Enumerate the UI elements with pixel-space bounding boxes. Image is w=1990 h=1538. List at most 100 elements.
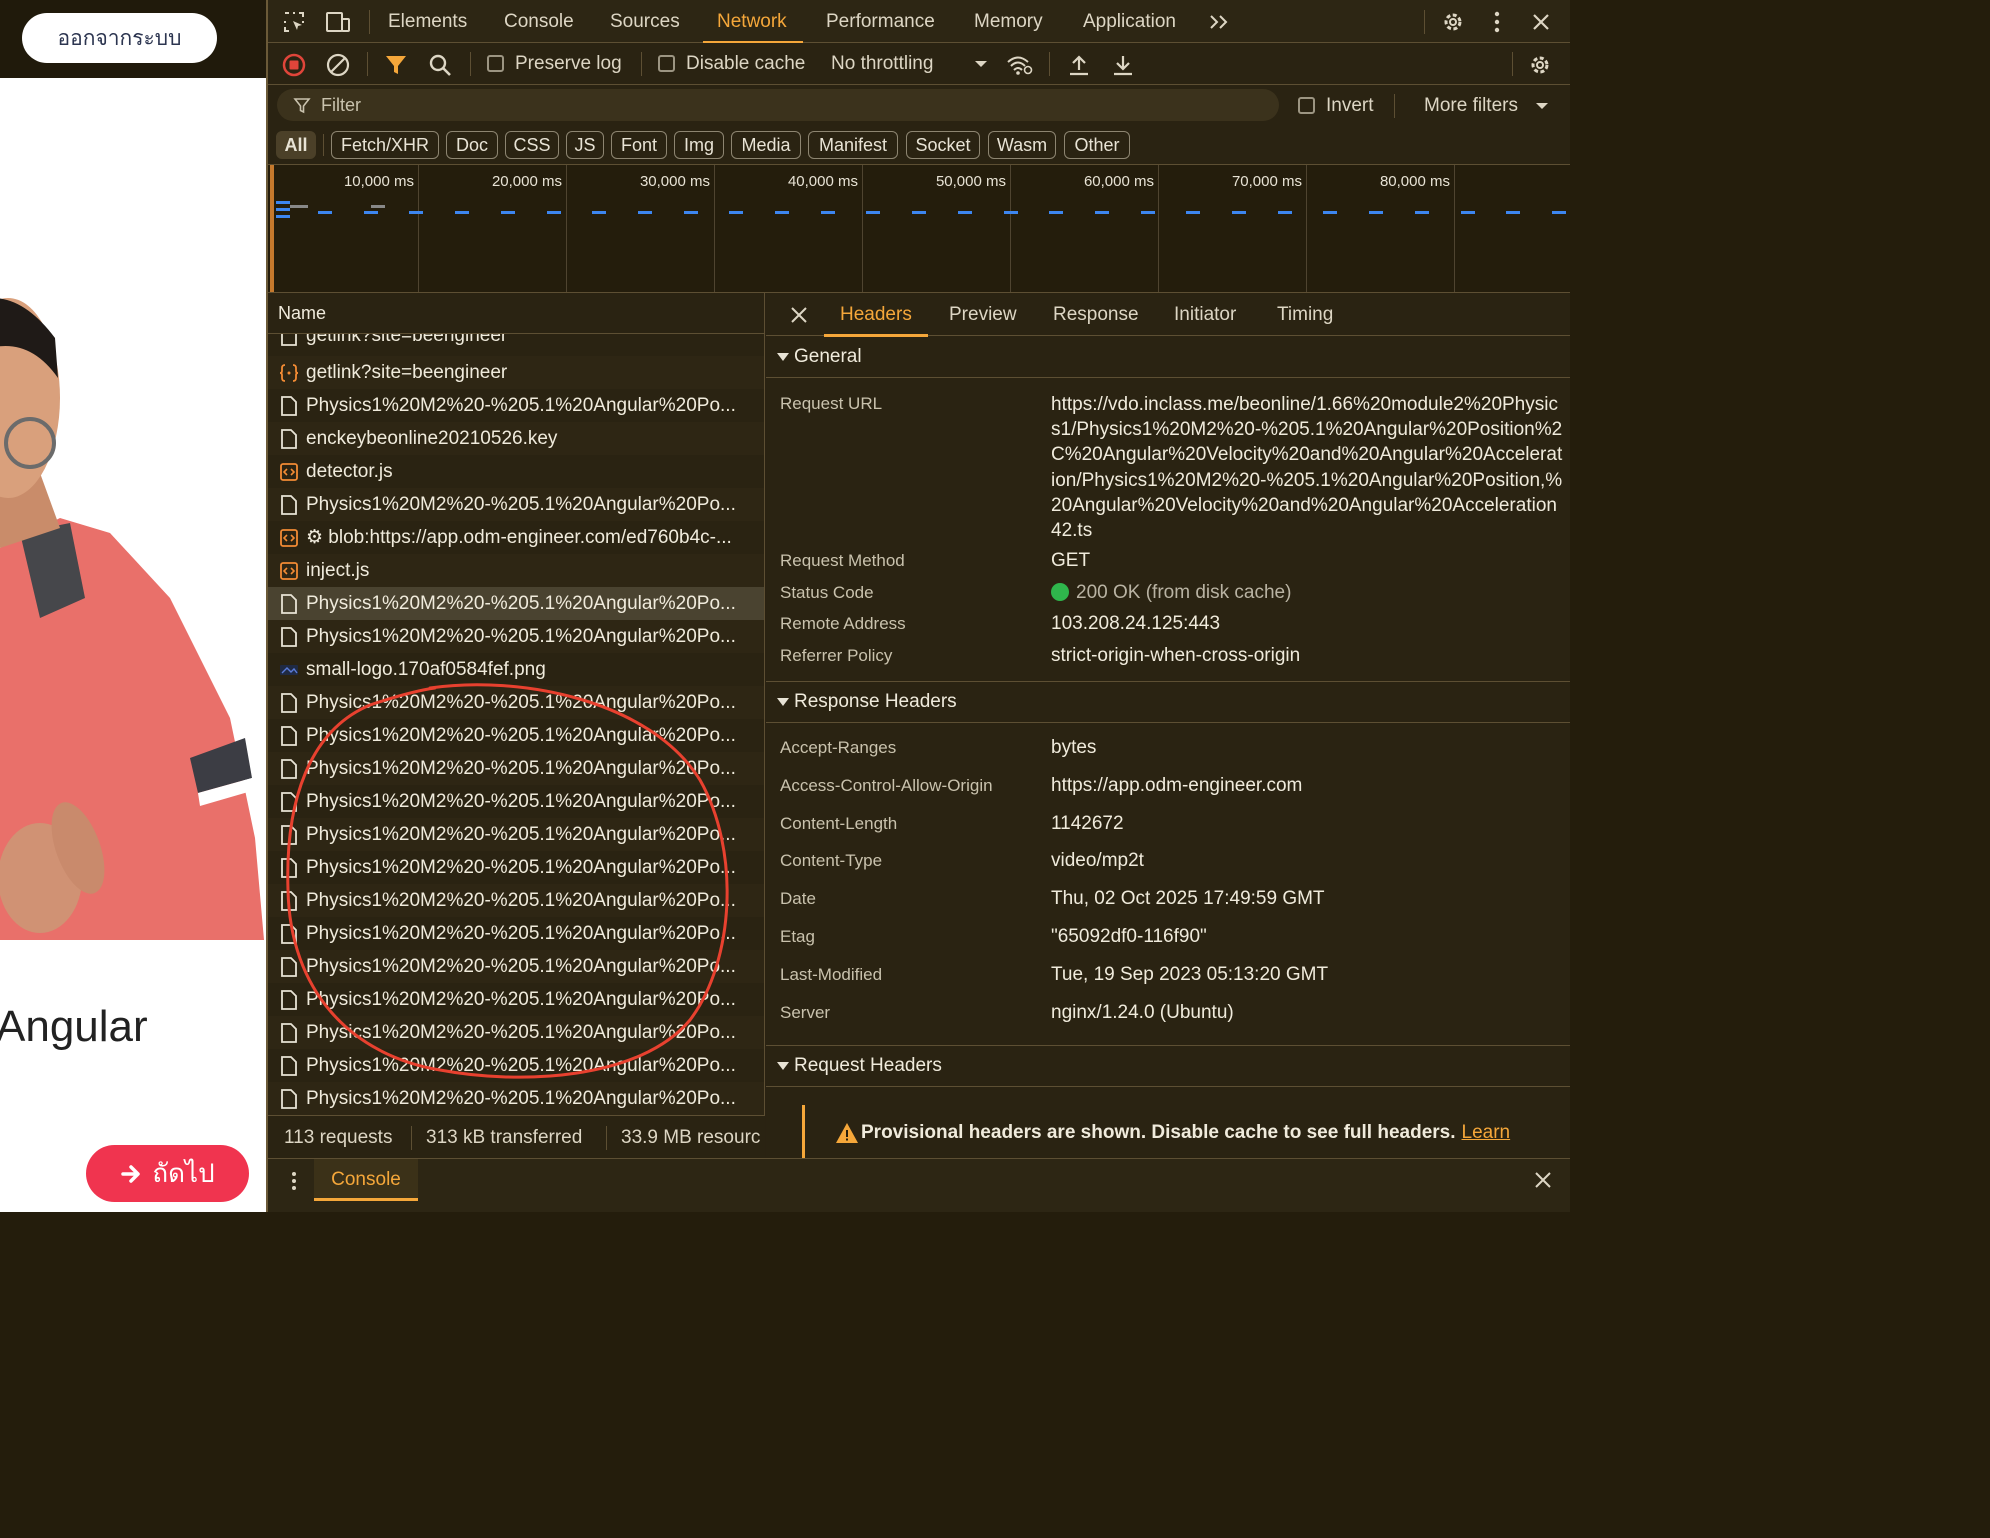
tab-console[interactable]: Console [504, 0, 574, 43]
drawer-tab-console[interactable]: Console [314, 1159, 418, 1201]
more-filters-dropdown[interactable]: More filters [1424, 85, 1518, 127]
timeline-gridline [1158, 165, 1159, 292]
type-filter-media[interactable]: Media [731, 131, 801, 159]
tab-memory[interactable]: Memory [974, 0, 1043, 43]
tab-initiator[interactable]: Initiator [1174, 293, 1236, 336]
transferred-size: 313 kB transferred [426, 1127, 583, 1148]
tab-application[interactable]: Application [1083, 0, 1176, 43]
tab-response[interactable]: Response [1053, 293, 1139, 336]
general-section-header[interactable]: General [766, 336, 1570, 378]
timeline-gridline [1454, 165, 1455, 292]
type-filter-doc[interactable]: Doc [446, 131, 498, 159]
stop-recording-icon[interactable] [280, 51, 308, 79]
request-row[interactable]: Physics1%20M2%20-%205.1%20Angular%20Po..… [268, 488, 764, 521]
tab-sources[interactable]: Sources [610, 0, 680, 43]
request-row[interactable]: inject.js [268, 554, 764, 587]
type-filter-font[interactable]: Font [611, 131, 667, 159]
close-devtools-icon[interactable] [1527, 8, 1555, 36]
response-headers-section-header[interactable]: Response Headers [766, 681, 1570, 723]
clear-log-icon[interactable] [324, 51, 352, 79]
response-header-value: https://app.odm-engineer.com [1051, 774, 1303, 796]
close-detail-icon[interactable] [786, 302, 812, 328]
request-row[interactable]: Physics1%20M2%20-%205.1%20Angular%20Po..… [268, 752, 764, 785]
filter-funnel-icon[interactable] [382, 51, 410, 79]
type-filter-socket[interactable]: Socket [906, 131, 980, 159]
warning-text: Provisional headers are shown. Disable c… [861, 1122, 1456, 1143]
request-row[interactable]: getlink?site=beengineer [268, 356, 764, 389]
export-har-icon[interactable] [1109, 51, 1137, 79]
request-row[interactable]: Physics1%20M2%20-%205.1%20Angular%20Po..… [268, 719, 764, 752]
document-icon [278, 791, 300, 813]
drawer-menu-icon[interactable] [284, 1169, 304, 1193]
request-row[interactable]: Physics1%20M2%20-%205.1%20Angular%20Po..… [268, 686, 764, 719]
request-row[interactable]: Physics1%20M2%20-%205.1%20Angular%20Po..… [268, 1082, 764, 1115]
type-filter-img[interactable]: Img [674, 131, 724, 159]
request-row[interactable]: Physics1%20M2%20-%205.1%20Angular%20Po..… [268, 1049, 764, 1082]
throttling-select[interactable]: No throttling [831, 43, 933, 85]
request-row[interactable]: Physics1%20M2%20-%205.1%20Angular%20Po..… [268, 1016, 764, 1049]
timeline-tick-label: 80,000 ms [1379, 173, 1450, 190]
document-icon [278, 923, 300, 945]
name-column-header[interactable]: Name [268, 293, 764, 334]
type-filter-js[interactable]: JS [566, 131, 604, 159]
device-toolbar-icon[interactable] [324, 8, 352, 36]
search-icon[interactable] [426, 51, 454, 79]
tab-performance[interactable]: Performance [826, 0, 935, 43]
request-row[interactable]: Physics1%20M2%20-%205.1%20Angular%20Po..… [268, 950, 764, 983]
response-header-value: 1142672 [1051, 812, 1124, 834]
next-button[interactable]: ถัดไป [86, 1145, 249, 1202]
tab-elements[interactable]: Elements [388, 0, 467, 43]
tab-network[interactable]: Network [703, 0, 803, 44]
network-overview-timeline[interactable]: 10,000 ms 20,000 ms 30,000 ms 40,000 ms 50,0… [268, 165, 1570, 293]
network-settings-gear-icon[interactable] [1526, 51, 1554, 79]
lesson-video[interactable] [0, 78, 264, 940]
tab-preview[interactable]: Preview [949, 293, 1017, 336]
more-options-icon[interactable] [1483, 8, 1511, 36]
request-headers-section-header[interactable]: Request Headers [766, 1045, 1570, 1087]
timeline-tick-label: 60,000 ms [1083, 173, 1154, 190]
import-har-icon[interactable] [1065, 51, 1093, 79]
timeline-gridline [418, 165, 419, 292]
request-row[interactable]: Physics1%20M2%20-%205.1%20Angular%20Po..… [268, 917, 764, 950]
throttling-dropdown-icon[interactable] [972, 55, 990, 73]
request-row[interactable]: enckeybeonline20210526.key [268, 422, 764, 455]
request-row[interactable]: Physics1%20M2%20-%205.1%20Angular%20Po..… [268, 587, 764, 620]
request-row[interactable]: Physics1%20M2%20-%205.1%20Angular%20Po..… [268, 620, 764, 653]
request-headers-title: Request Headers [794, 1055, 942, 1076]
settings-gear-icon[interactable] [1439, 8, 1467, 36]
tab-headers[interactable]: Headers [824, 293, 928, 337]
close-drawer-icon[interactable] [1530, 1167, 1556, 1193]
filter-input[interactable]: Filter [277, 89, 1279, 121]
type-filter-all[interactable]: All [276, 131, 316, 159]
request-row[interactable]: Physics1%20M2%20-%205.1%20Angular%20Po..… [268, 785, 764, 818]
type-filter-css[interactable]: CSS [505, 131, 559, 159]
timeline-left-handle[interactable] [270, 165, 274, 292]
type-filter-fetch-xhr[interactable]: Fetch/XHR [331, 131, 439, 159]
learn-more-link[interactable]: Learn [1462, 1122, 1511, 1144]
request-name: enckeybeonline20210526.key [306, 427, 558, 449]
invert-checkbox[interactable] [1298, 97, 1315, 114]
logout-button[interactable]: ออกจากระบบ [22, 13, 217, 63]
request-row[interactable]: Physics1%20M2%20-%205.1%20Angular%20Po..… [268, 983, 764, 1016]
more-tabs-chevron-icon[interactable] [1206, 10, 1232, 34]
timeline-gridline [1010, 165, 1011, 292]
more-filters-chevron-icon[interactable] [1534, 99, 1550, 113]
request-row[interactable]: ⚙ blob:https://app.odm-engineer.com/ed76… [268, 521, 764, 554]
inspect-element-icon[interactable] [280, 8, 308, 36]
request-row[interactable]: small-logo.170af0584fef.png [268, 653, 764, 686]
type-filter-wasm[interactable]: Wasm [988, 131, 1056, 159]
tab-timing[interactable]: Timing [1277, 293, 1333, 336]
triangle-down-icon [777, 352, 789, 361]
type-filter-manifest[interactable]: Manifest [808, 131, 898, 159]
request-row[interactable]: Physics1%20M2%20-%205.1%20Angular%20Po..… [268, 818, 764, 851]
request-method-value: GET [1051, 550, 1091, 571]
request-row[interactable]: detector.js [268, 455, 764, 488]
network-conditions-icon[interactable] [1004, 51, 1034, 79]
request-row[interactable]: Physics1%20M2%20-%205.1%20Angular%20Po..… [268, 389, 764, 422]
disable-cache-checkbox[interactable] [658, 55, 675, 72]
type-filter-other[interactable]: Other [1064, 131, 1130, 159]
timeline-gridline [1306, 165, 1307, 292]
preserve-log-checkbox[interactable] [487, 55, 504, 72]
request-row[interactable]: Physics1%20M2%20-%205.1%20Angular%20Po..… [268, 851, 764, 884]
request-row[interactable]: Physics1%20M2%20-%205.1%20Angular%20Po..… [268, 884, 764, 917]
